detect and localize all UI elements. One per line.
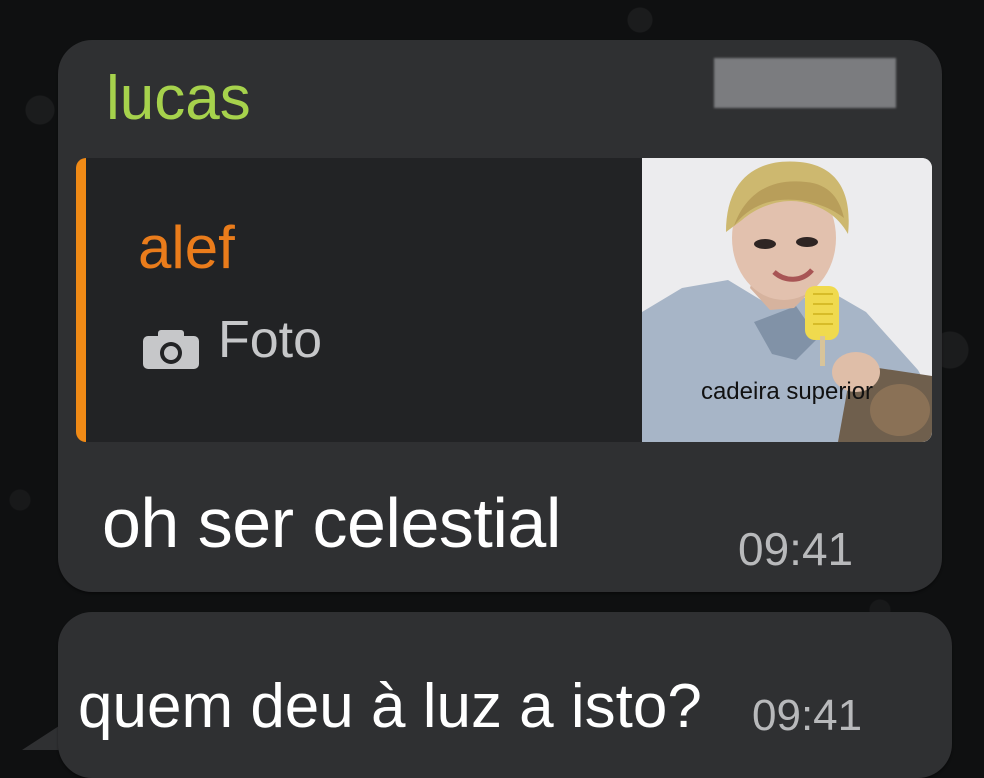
reply-author-name: alef	[138, 214, 235, 281]
message-text: oh ser celestial	[102, 484, 561, 562]
image-caption: cadeira superior	[700, 378, 874, 405]
sender-name: lucas	[106, 64, 251, 133]
message-bubble-tail	[22, 724, 62, 750]
reply-preview[interactable]: alef Foto cadeira superior	[76, 158, 932, 442]
reply-image-thumbnail[interactable]: cadeira superior	[642, 158, 932, 442]
redacted-sender-detail	[714, 58, 896, 108]
incoming-message-bubble[interactable]: lucas alef Foto cadeira superior oh ser …	[58, 40, 942, 592]
reply-media-type: Foto	[218, 311, 323, 369]
message-timestamp-2: 09:41	[752, 691, 863, 740]
message-text-2: quem deu à luz a isto?	[78, 672, 702, 741]
incoming-message-bubble-2[interactable]: quem deu à luz a isto? 09:41	[58, 612, 952, 778]
camera-icon	[143, 330, 199, 369]
message-timestamp: 09:41	[738, 523, 854, 575]
reply-accent-bar	[76, 158, 86, 442]
